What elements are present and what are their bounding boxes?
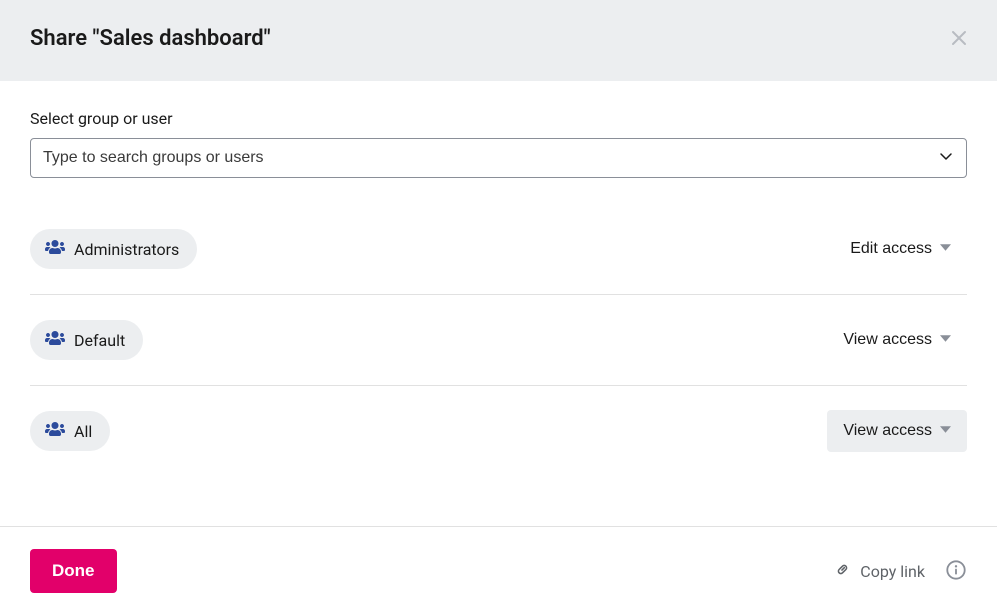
footer-actions: Copy link — [833, 559, 967, 584]
group-pill[interactable]: Default — [30, 320, 143, 360]
access-select[interactable]: View access — [827, 410, 967, 452]
group-name: Default — [74, 331, 125, 350]
search-label: Select group or user — [30, 109, 967, 128]
copy-link-button[interactable]: Copy link — [833, 560, 925, 583]
caret-down-icon — [940, 240, 951, 258]
dialog-body: Select group or user Administrators Edit… — [0, 81, 997, 526]
group-name: Administrators — [74, 240, 179, 259]
dialog-title: Share "Sales dashboard" — [30, 26, 271, 51]
caret-down-icon — [940, 422, 951, 440]
share-row: All View access — [30, 386, 967, 476]
info-button[interactable] — [945, 559, 967, 584]
share-row: Default View access — [30, 295, 967, 386]
search-input[interactable] — [30, 138, 967, 178]
users-icon — [44, 421, 66, 441]
users-icon — [44, 239, 66, 259]
access-label: View access — [843, 422, 932, 440]
group-pill[interactable]: Administrators — [30, 229, 197, 269]
access-label: View access — [843, 331, 932, 349]
close-button[interactable] — [951, 27, 967, 51]
search-combobox[interactable] — [30, 138, 967, 178]
group-pill[interactable]: All — [30, 411, 110, 451]
info-icon — [945, 559, 967, 584]
share-dialog: Share "Sales dashboard" Select group or … — [0, 0, 997, 615]
caret-down-icon — [940, 331, 951, 349]
share-list: Administrators Edit access Default — [30, 204, 967, 476]
close-icon — [951, 25, 967, 52]
access-select[interactable]: Edit access — [834, 228, 967, 270]
share-row: Administrators Edit access — [30, 204, 967, 295]
access-select[interactable]: View access — [827, 319, 967, 361]
users-icon — [44, 330, 66, 350]
done-button[interactable]: Done — [30, 549, 117, 593]
access-label: Edit access — [850, 240, 932, 258]
dialog-header: Share "Sales dashboard" — [0, 0, 997, 81]
dialog-footer: Done Copy link — [0, 526, 997, 615]
group-name: All — [74, 422, 92, 441]
copy-link-label: Copy link — [860, 562, 925, 581]
link-icon — [833, 560, 852, 583]
